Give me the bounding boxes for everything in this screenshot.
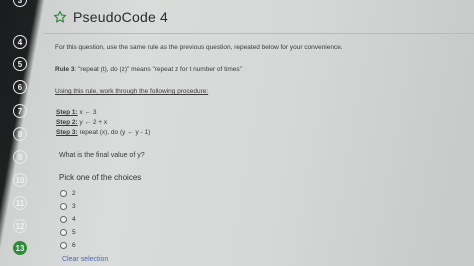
question-nav-rail: 3 4 5 6 7 8 9 10 11 12 13 bbox=[0, 0, 36, 266]
radio-button[interactable] bbox=[60, 216, 67, 223]
question-nav-item[interactable]: 9 bbox=[13, 150, 27, 164]
step-label: Step 3: bbox=[56, 129, 78, 136]
question-number: 5 bbox=[17, 59, 23, 69]
radio-button[interactable] bbox=[60, 203, 67, 210]
rule-definition: : "repeat (t), do (z)" means "repeat z f… bbox=[74, 66, 242, 73]
rule-text: Rule 3: "repeat (t), do (z)" means "repe… bbox=[55, 66, 242, 73]
intro-text: For this question, use the same rule as … bbox=[55, 44, 343, 51]
rule-label: Rule 3 bbox=[55, 66, 75, 73]
question-nav-item[interactable]: 3 bbox=[13, 0, 27, 7]
choice-label: 5 bbox=[72, 229, 76, 236]
question-number: 9 bbox=[17, 152, 23, 162]
question-number: 4 bbox=[17, 37, 23, 47]
question-nav-item[interactable]: 11 bbox=[13, 196, 27, 210]
radio-button[interactable] bbox=[60, 190, 67, 197]
question-nav-item[interactable]: 4 bbox=[13, 35, 27, 49]
question-nav-item-current[interactable]: 13 bbox=[13, 241, 27, 255]
question-number: 6 bbox=[17, 82, 23, 92]
choice-option[interactable]: 5 bbox=[60, 229, 76, 236]
screen: 3 4 5 6 7 8 9 10 11 12 13 PseudoCode 4 F… bbox=[0, 0, 474, 266]
choice-option[interactable]: 4 bbox=[60, 216, 76, 223]
choices-prompt: Pick one of the choices bbox=[59, 173, 142, 182]
header-divider bbox=[44, 33, 474, 34]
question-nav-item[interactable]: 8 bbox=[13, 127, 27, 141]
step-text: y ← 2 + x bbox=[77, 119, 108, 126]
choice-label: 6 bbox=[72, 242, 76, 249]
step-text: repeat (x), do (y ← y - 1) bbox=[77, 129, 151, 136]
choice-option[interactable]: 2 bbox=[60, 190, 76, 197]
question-number: 8 bbox=[17, 129, 23, 139]
question-nav-item[interactable]: 10 bbox=[13, 173, 27, 187]
choice-label: 4 bbox=[72, 216, 76, 223]
question-panel: PseudoCode 4 For this question, use the … bbox=[44, 0, 474, 266]
step-text: x ← 3 bbox=[77, 109, 97, 116]
step-line: Step 3: repeat (x), do (y ← y - 1) bbox=[56, 129, 150, 136]
page-title: PseudoCode 4 bbox=[73, 9, 169, 25]
question-header: PseudoCode 4 bbox=[53, 9, 168, 25]
step-line: Step 2: y ← 2 + x bbox=[56, 119, 107, 126]
question-number: 11 bbox=[15, 198, 25, 208]
star-icon[interactable] bbox=[53, 10, 67, 24]
question-number: 13 bbox=[15, 243, 25, 253]
clear-selection-link[interactable]: Clear selection bbox=[62, 256, 108, 263]
radio-button[interactable] bbox=[60, 242, 67, 249]
question-number: 12 bbox=[15, 221, 25, 231]
choice-label: 3 bbox=[72, 203, 76, 210]
radio-button[interactable] bbox=[60, 229, 67, 236]
step-label: Step 1: bbox=[56, 109, 78, 116]
procedure-heading: Using this rule, work through the follow… bbox=[55, 88, 209, 95]
question-nav-item[interactable]: 7 bbox=[13, 104, 27, 118]
question-number: 7 bbox=[17, 106, 23, 116]
question-nav-item[interactable]: 12 bbox=[13, 219, 27, 233]
step-label: Step 2: bbox=[56, 119, 78, 126]
question-nav-item[interactable]: 6 bbox=[13, 80, 27, 94]
question-number: 3 bbox=[17, 0, 23, 5]
choice-label: 2 bbox=[72, 190, 76, 197]
choice-option[interactable]: 6 bbox=[60, 242, 76, 249]
question-number: 10 bbox=[15, 175, 25, 185]
question-text: What is the final value of y? bbox=[59, 152, 145, 159]
choice-option[interactable]: 3 bbox=[60, 203, 76, 210]
step-line: Step 1: x ← 3 bbox=[56, 109, 96, 116]
question-nav-item[interactable]: 5 bbox=[13, 57, 27, 71]
